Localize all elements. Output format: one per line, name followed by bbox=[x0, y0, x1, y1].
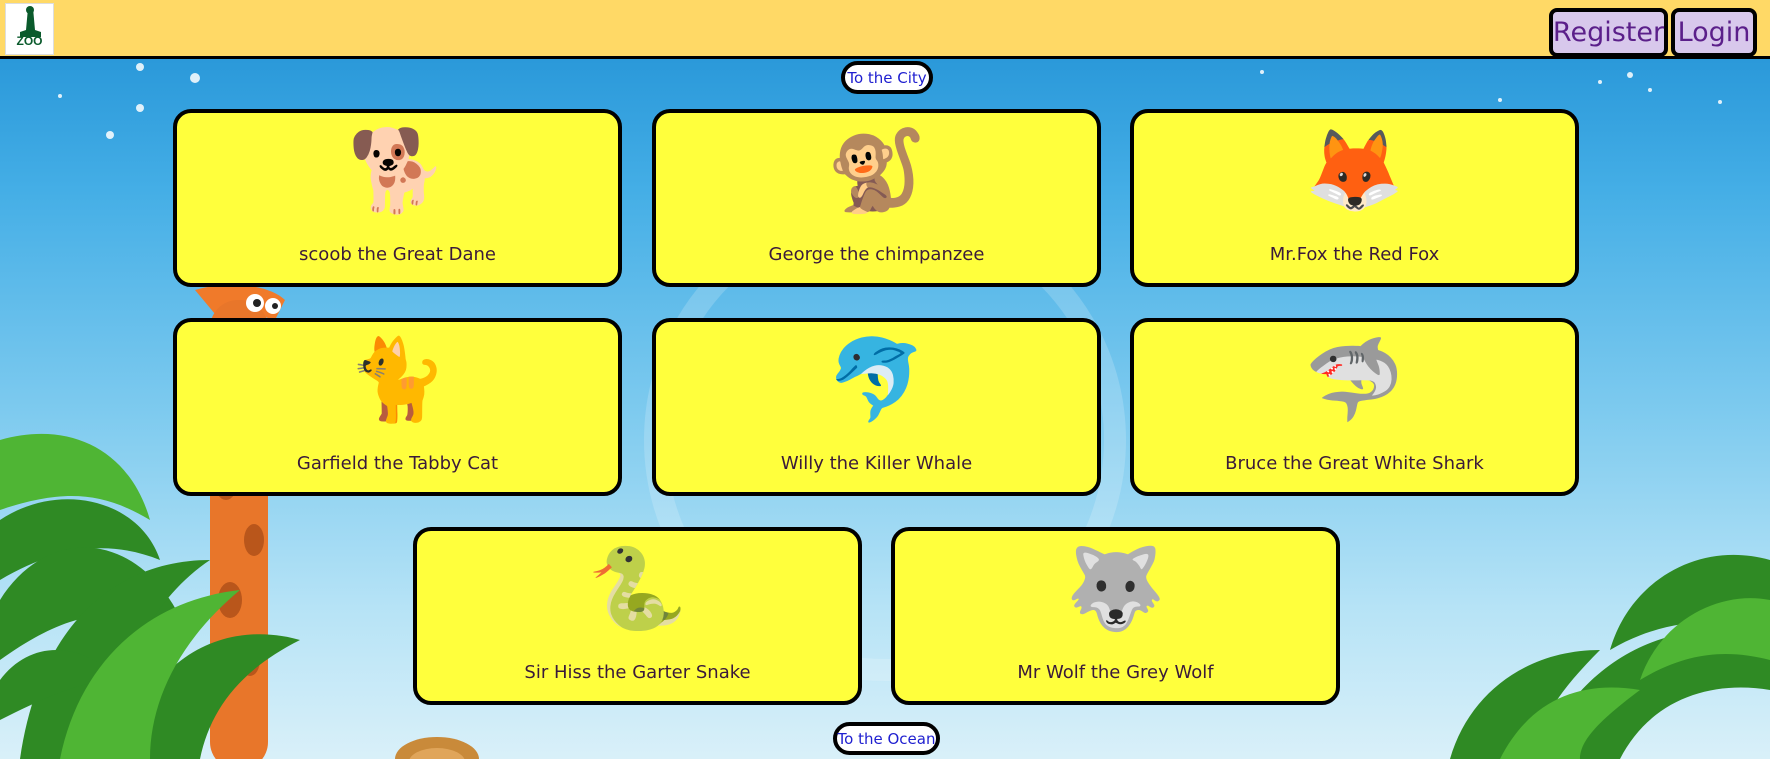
animal-card[interactable]: 🦊 Mr.Fox the Red Fox bbox=[1130, 109, 1579, 287]
animal-card[interactable]: 🐒 George the chimpanzee bbox=[652, 109, 1101, 287]
animal-card[interactable]: 🐍 Sir Hiss the Garter Snake bbox=[413, 527, 862, 705]
animal-name: Sir Hiss the Garter Snake bbox=[524, 662, 751, 683]
animal-name: George the chimpanzee bbox=[768, 244, 985, 265]
login-button[interactable]: Login bbox=[1671, 8, 1757, 57]
animal-name: Mr Wolf the Grey Wolf bbox=[1017, 662, 1214, 683]
dolphin-icon: 🐬 bbox=[826, 333, 927, 426]
animal-card[interactable]: 🐬 Willy the Killer Whale bbox=[652, 318, 1101, 496]
wolf-icon: 🐺 bbox=[1065, 542, 1166, 635]
animal-name: Mr.Fox the Red Fox bbox=[1269, 244, 1440, 265]
animal-card[interactable]: 🐈 Garfield the Tabby Cat bbox=[173, 318, 622, 496]
animal-card[interactable]: 🐕 scoob the Great Dane bbox=[173, 109, 622, 287]
shark-icon: 🦈 bbox=[1304, 333, 1405, 426]
animal-card[interactable]: 🦈 Bruce the Great White Shark bbox=[1130, 318, 1579, 496]
to-ocean-link[interactable]: To the Ocean bbox=[833, 722, 940, 755]
animal-name: Willy the Killer Whale bbox=[780, 453, 973, 474]
fox-icon: 🦊 bbox=[1304, 124, 1405, 217]
logo-text: ZOO bbox=[16, 34, 43, 48]
dog-icon: 🐕 bbox=[347, 124, 448, 217]
to-city-link[interactable]: To the City bbox=[841, 61, 933, 94]
monkey-icon: 🐒 bbox=[826, 124, 927, 217]
zoo-logo[interactable]: ZOO bbox=[5, 3, 54, 55]
animal-name: scoob the Great Dane bbox=[299, 244, 496, 265]
top-navbar: ZOO Register Login bbox=[0, 0, 1770, 59]
cat-icon: 🐈 bbox=[347, 333, 448, 426]
register-button[interactable]: Register bbox=[1549, 8, 1668, 57]
animal-name: Garfield the Tabby Cat bbox=[296, 453, 499, 474]
snake-icon: 🐍 bbox=[587, 542, 688, 635]
animal-name: Bruce the Great White Shark bbox=[1225, 453, 1484, 474]
animal-card[interactable]: 🐺 Mr Wolf the Grey Wolf bbox=[891, 527, 1340, 705]
